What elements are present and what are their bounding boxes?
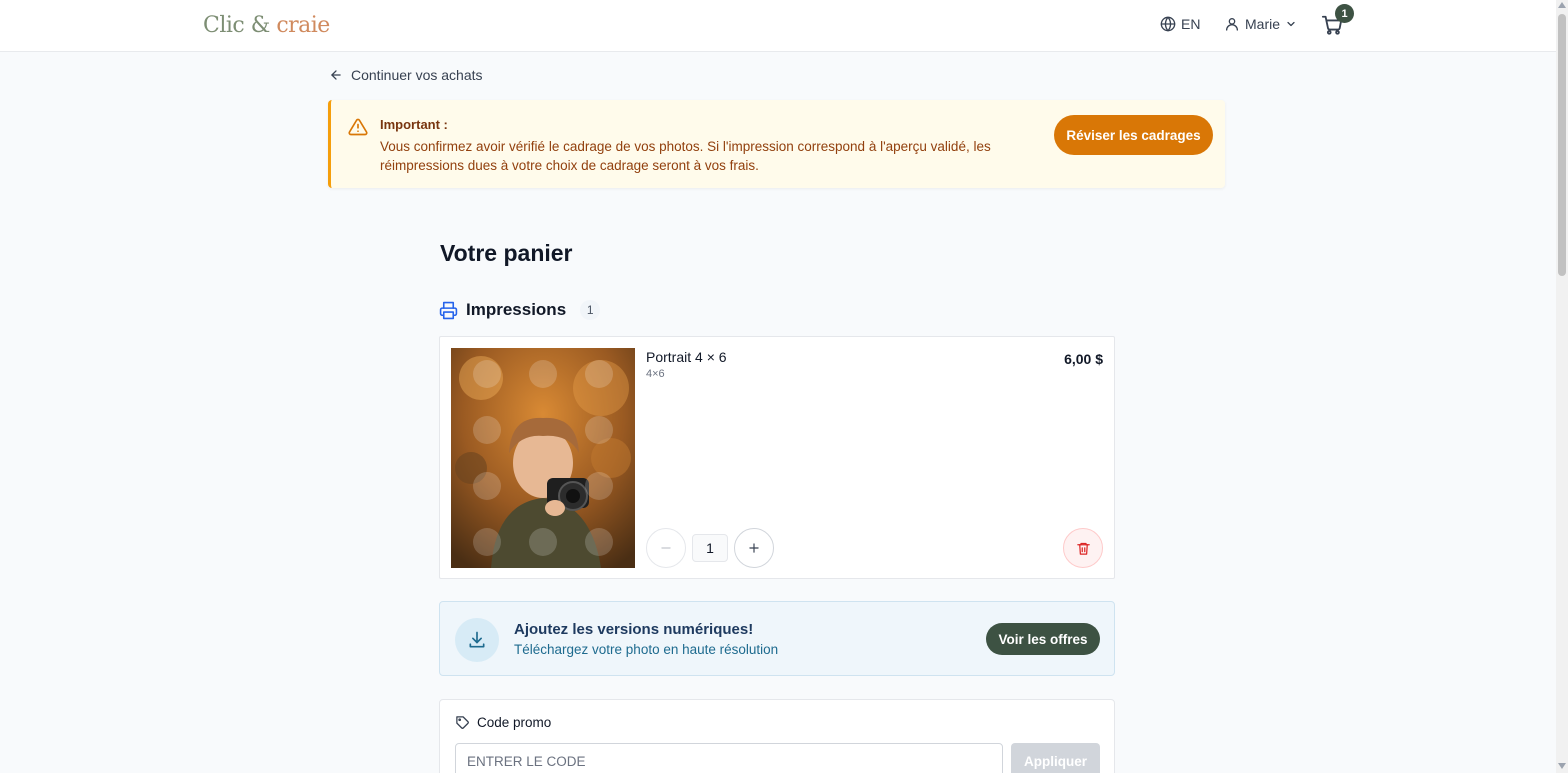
item-name: Portrait 4 × 6 — [646, 349, 727, 365]
section-count-badge: 1 — [580, 300, 601, 320]
remove-item-button[interactable] — [1063, 528, 1103, 568]
scroll-up-arrow-icon[interactable] — [1558, 2, 1566, 8]
logo[interactable]: Clic & craie — [203, 13, 330, 38]
globe-icon — [1160, 16, 1176, 32]
increase-quantity-button[interactable] — [734, 528, 774, 568]
review-cropping-button[interactable]: Réviser les cadrages — [1054, 115, 1213, 155]
continue-shopping-label: Continuer vos achats — [351, 67, 483, 83]
plus-icon — [749, 543, 759, 553]
photo-illustration — [451, 348, 635, 568]
printer-icon — [439, 301, 458, 319]
language-switcher[interactable]: EN — [1160, 16, 1200, 32]
tag-icon — [456, 716, 469, 729]
quantity-value[interactable]: 1 — [692, 534, 728, 562]
chevron-down-icon — [1287, 21, 1295, 27]
apply-promo-button[interactable]: Appliquer — [1011, 743, 1100, 773]
product-photo-thumbnail[interactable] — [451, 348, 635, 568]
page-title: Votre panier — [440, 240, 573, 266]
logo-text-part2: craie — [276, 13, 330, 38]
logo-text-part1: Clic & — [203, 13, 270, 38]
cart-count-badge: 1 — [1335, 4, 1354, 23]
alert-title: Important : — [380, 117, 448, 132]
continue-shopping-link[interactable]: Continuer vos achats — [329, 67, 483, 83]
promo-code-card: Code promo Appliquer — [439, 699, 1115, 773]
digital-title: Ajoutez les versions numériques! — [514, 621, 754, 638]
promo-code-input[interactable] — [455, 743, 1003, 773]
download-icon-wrapper — [455, 618, 499, 662]
digital-versions-banner: Ajoutez les versions numériques! Télécha… — [439, 601, 1115, 676]
item-size: 4×6 — [646, 368, 665, 380]
top-bar: Clic & craie EN Marie 1 — [0, 0, 1556, 52]
minus-icon — [661, 547, 671, 549]
scroll-down-arrow-icon[interactable] — [1558, 763, 1566, 769]
page-scrollbar[interactable] — [1556, 0, 1568, 773]
cart-item: Portrait 4 × 6 4×6 6,00 $ 1 — [439, 336, 1115, 579]
alert-message: Vous confirmez avoir vérifié le cadrage … — [380, 139, 991, 173]
item-price: 6,00 $ — [1064, 351, 1103, 367]
prints-section-header: Impressions 1 — [439, 300, 601, 320]
warning-icon — [348, 118, 368, 136]
cropping-warning-banner: Important : Vous confirmez avoir vérifié… — [328, 100, 1225, 188]
section-label: Impressions — [466, 300, 567, 319]
scrollbar-thumb[interactable] — [1558, 14, 1566, 276]
promo-code-header: Code promo — [455, 715, 551, 730]
user-menu[interactable]: Marie — [1224, 16, 1297, 32]
language-label: EN — [1181, 16, 1201, 32]
download-icon — [469, 631, 485, 648]
user-name: Marie — [1245, 16, 1281, 32]
user-icon — [1226, 18, 1238, 31]
digital-subtitle: Téléchargez votre photo en haute résolut… — [514, 642, 779, 657]
view-offers-button[interactable]: Voir les offres — [986, 623, 1100, 655]
arrow-left-icon — [331, 70, 341, 80]
trash-icon — [1076, 542, 1090, 555]
promo-code-label: Code promo — [477, 715, 552, 730]
decrease-quantity-button[interactable] — [646, 528, 686, 568]
